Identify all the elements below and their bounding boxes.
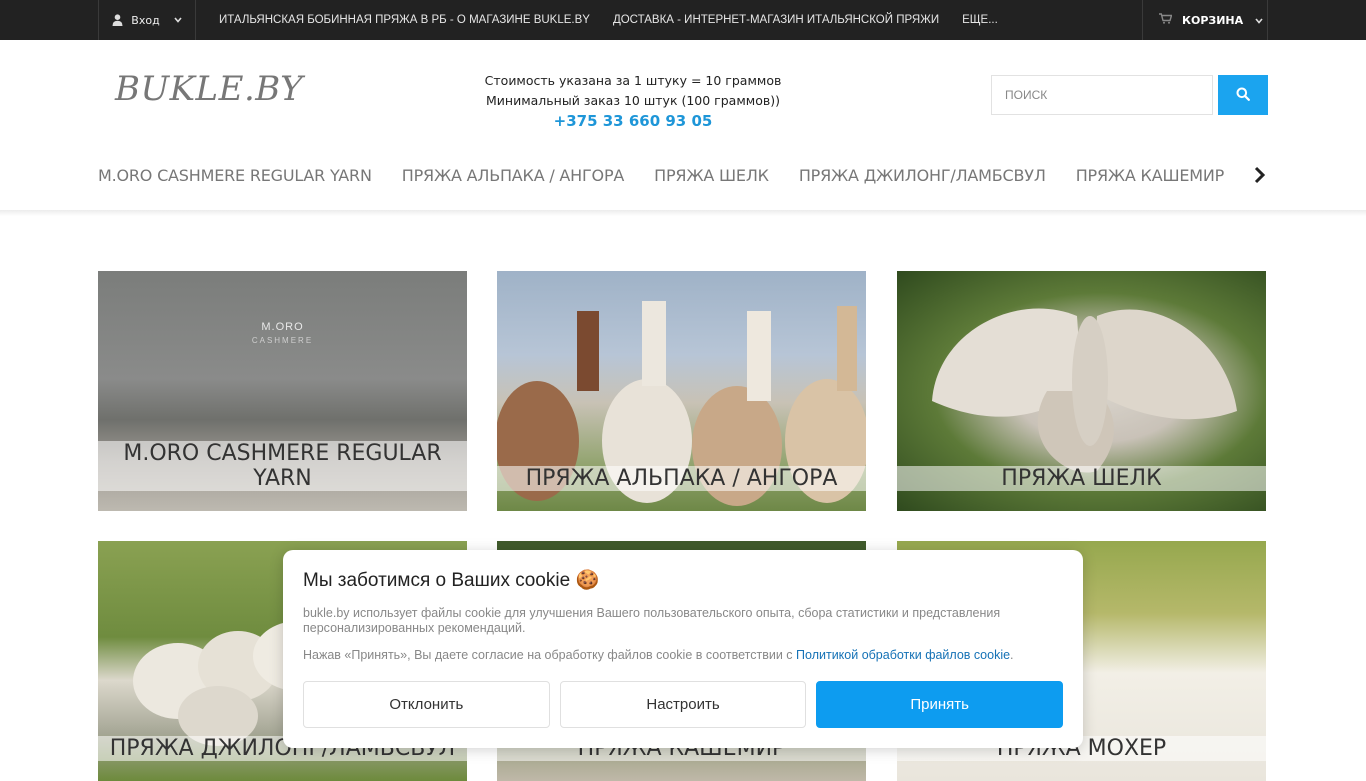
user-icon	[112, 14, 123, 26]
nav-next-button[interactable]	[1253, 166, 1267, 188]
top-link-about[interactable]: ИТАЛЬЯНСКАЯ БОБИННАЯ ПРЯЖА В РБ - О МАГА…	[219, 14, 590, 26]
cookie-title: Мы заботимся о Ваших cookie 🍪	[303, 570, 600, 591]
chevron-down-icon	[1255, 14, 1263, 27]
nav-item-geelong-lambswool[interactable]: ПРЯЖА ДЖИЛОНГ/ЛАМБСВУЛ	[799, 166, 1046, 185]
nav-item-alpaca-angora[interactable]: ПРЯЖА АЛЬПАКА / АНГОРА	[402, 166, 625, 185]
search-input[interactable]	[991, 75, 1213, 115]
login-label: Вход	[131, 13, 160, 27]
phone-number[interactable]: +375 33 660 93 05	[433, 111, 833, 131]
cookie-consent-prefix: Нажав «Принять», Вы даете согласие на об…	[303, 648, 797, 662]
site-logo[interactable]: BUKLE.BY	[115, 69, 303, 109]
info-line-price: Стоимость указана за 1 штуку = 10 граммо…	[484, 73, 782, 88]
header-divider	[0, 210, 1366, 216]
category-tile-silk[interactable]: ПРЯЖА ШЕЛК	[897, 271, 1266, 511]
pricing-info: Стоимость указана за 1 штуку = 10 граммо…	[433, 71, 833, 131]
cookie-buttons: Отклонить Настроить Принять	[303, 681, 1064, 728]
nav-item-cashmere[interactable]: ПРЯЖА КАШЕМИР	[1076, 166, 1225, 185]
top-link-more[interactable]: ЕЩЕ...	[962, 14, 998, 26]
cookie-consent-dialog: Мы заботимся о Ваших cookie 🍪 bukle.by и…	[283, 550, 1083, 748]
decline-button[interactable]: Отклонить	[303, 681, 550, 728]
category-nav: M.ORO CASHMERE REGULAR YARN ПРЯЖА АЛЬПАК…	[98, 160, 1224, 190]
search-icon	[1236, 86, 1250, 105]
cookie-policy-link[interactable]: Политикой обработки файлов cookie	[796, 648, 1010, 662]
nav-item-moro-cashmere[interactable]: M.ORO CASHMERE REGULAR YARN	[98, 166, 372, 185]
top-bar: Вход ИТАЛЬЯНСКАЯ БОБИННАЯ ПРЯЖА В РБ - О…	[0, 0, 1366, 40]
login-dropdown[interactable]: Вход	[98, 0, 196, 40]
cart-label: КОРЗИНА	[1182, 13, 1244, 27]
tile-caption: ПРЯЖА АЛЬПАКА / АНГОРА	[497, 466, 866, 491]
cart-icon	[1159, 13, 1173, 27]
accept-button[interactable]: Принять	[816, 681, 1064, 728]
cookie-consent-text: Нажав «Принять», Вы даете согласие на об…	[303, 648, 1063, 662]
cookie-description: bukle.by использует файлы cookie для улу…	[303, 606, 1001, 635]
tile-caption: M.ORO CASHMERE REGULAR YARN	[98, 441, 467, 491]
top-link-delivery[interactable]: ДОСТАВКА - ИНТЕРНЕТ-МАГАЗИН ИТАЛЬЯНСКОЙ …	[613, 14, 939, 26]
chevron-down-icon	[174, 17, 182, 23]
moro-watermark: M.ORO CASHMERE	[98, 321, 467, 345]
search-button[interactable]	[1218, 75, 1268, 115]
info-line-minimum: Минимальный заказ 10 штук (100 граммов))	[486, 93, 780, 108]
moro-watermark-title: M.ORO	[261, 321, 304, 333]
top-links: ИТАЛЬЯНСКАЯ БОБИННАЯ ПРЯЖА В РБ - О МАГА…	[219, 0, 998, 40]
nav-item-silk[interactable]: ПРЯЖА ШЕЛК	[654, 166, 769, 185]
cart-dropdown[interactable]: КОРЗИНА	[1142, 0, 1268, 40]
moro-watermark-sub: CASHMERE	[251, 336, 314, 345]
category-tile-alpaca-angora[interactable]: ПРЯЖА АЛЬПАКА / АНГОРА	[497, 271, 866, 511]
chevron-right-icon	[1253, 166, 1267, 188]
tile-caption: ПРЯЖА ШЕЛК	[897, 466, 1266, 491]
category-tile-moro-cashmere[interactable]: M.ORO CASHMERE M.ORO CASHMERE REGULAR YA…	[98, 271, 467, 511]
cookie-consent-end: .	[1010, 648, 1014, 662]
configure-button[interactable]: Настроить	[559, 681, 807, 728]
